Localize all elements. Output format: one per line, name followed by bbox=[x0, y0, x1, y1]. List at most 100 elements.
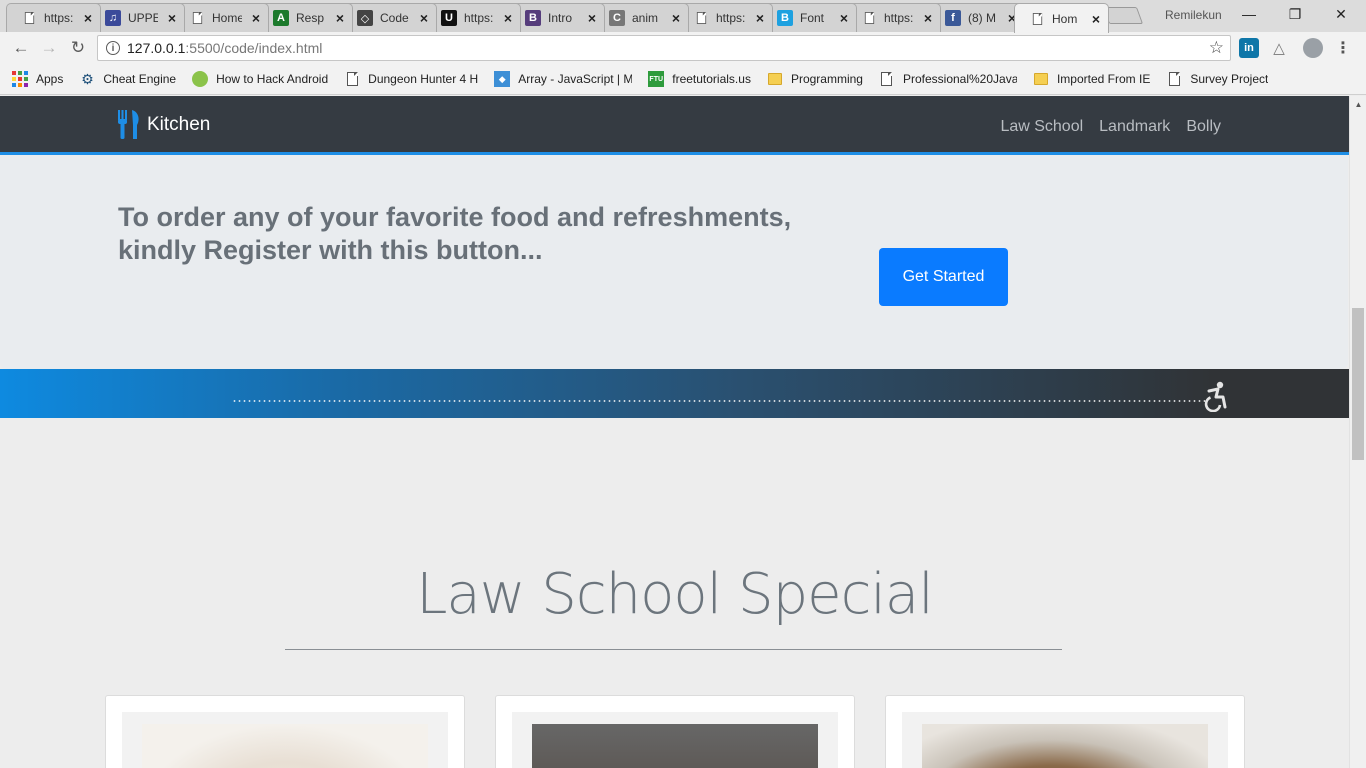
tab-title: Resp bbox=[296, 11, 325, 25]
bookmark-label: freetutorials.us bbox=[672, 72, 751, 86]
ftu-icon: FTU bbox=[648, 71, 665, 87]
browser-tab[interactable]: Home × bbox=[174, 3, 269, 32]
browser-toolbar: ← → ↻ i 127.0.0.1:5500/code/index.html ☆… bbox=[0, 32, 1366, 64]
address-bar[interactable]: i 127.0.0.1:5500/code/index.html ☆ bbox=[97, 35, 1231, 61]
accessibility-icon[interactable] bbox=[1199, 380, 1231, 412]
food-card[interactable] bbox=[105, 695, 465, 768]
browser-tab[interactable]: ♫ UPPE × bbox=[90, 3, 185, 32]
minimize-button[interactable]: — bbox=[1226, 2, 1272, 26]
blogger-icon: B bbox=[777, 10, 793, 26]
nav-link-law-school[interactable]: Law School bbox=[1000, 118, 1083, 136]
linkedin-extension-icon[interactable]: in bbox=[1239, 38, 1259, 58]
profile-name[interactable]: Remilekun bbox=[1165, 8, 1222, 22]
bootstrap-icon: B bbox=[525, 10, 541, 26]
browser-tab[interactable]: ◇ Code × bbox=[342, 3, 437, 32]
drive-extension-icon[interactable]: △ bbox=[1269, 38, 1289, 58]
tab-close-icon[interactable]: × bbox=[418, 10, 430, 26]
bookmark-star-icon[interactable]: ☆ bbox=[1209, 38, 1224, 58]
get-started-button[interactable]: Get Started bbox=[879, 248, 1008, 306]
food-image-rice bbox=[142, 724, 428, 768]
brand[interactable]: Kitchen bbox=[117, 110, 210, 140]
tab-close-icon[interactable]: × bbox=[838, 10, 850, 26]
nav-link-landmark[interactable]: Landmark bbox=[1099, 118, 1170, 136]
section-title: Law School Special bbox=[416, 562, 934, 627]
bookmark-label: Programming bbox=[790, 72, 863, 86]
tab-close-icon[interactable]: × bbox=[334, 10, 346, 26]
forward-arrow-icon: → bbox=[40, 38, 58, 57]
bookmark-label: How to Hack Android bbox=[216, 72, 329, 86]
browser-tab[interactable]: B Intro × bbox=[510, 3, 605, 32]
tab-title: https: bbox=[884, 11, 914, 25]
bookmark-label: Dungeon Hunter 4 H bbox=[368, 72, 479, 86]
browser-tab[interactable]: https: × bbox=[678, 3, 773, 32]
page-icon bbox=[21, 10, 37, 26]
page-icon bbox=[189, 10, 205, 26]
tab-close-icon[interactable]: × bbox=[586, 10, 598, 26]
bookmark-label: Professional%20JavaS bbox=[902, 72, 1017, 86]
browser-tab[interactable]: https: × bbox=[846, 3, 941, 32]
back-button[interactable]: ← bbox=[9, 36, 33, 60]
scroll-up-icon[interactable]: ▲ bbox=[1350, 100, 1366, 109]
bookmark-item[interactable]: FTU freetutorials.us bbox=[648, 71, 751, 87]
bookmark-item[interactable]: How to Hack Android bbox=[192, 71, 328, 87]
tab-close-icon[interactable]: × bbox=[670, 10, 682, 26]
browser-tab[interactable]: A Resp × bbox=[258, 3, 353, 32]
close-window-button[interactable]: ✕ bbox=[1318, 2, 1364, 26]
food-card[interactable] bbox=[495, 695, 855, 768]
tab-title: (8) M bbox=[968, 11, 996, 25]
page-icon bbox=[1029, 11, 1045, 27]
tab-close-icon[interactable]: × bbox=[502, 10, 514, 26]
browser-tab[interactable]: f (8) M × bbox=[930, 3, 1025, 32]
page-icon bbox=[1166, 71, 1182, 87]
chrome-menu-icon[interactable]: ⋮ bbox=[1333, 38, 1353, 58]
codepen-icon: ◇ bbox=[357, 10, 373, 26]
food-image-jollof bbox=[532, 724, 818, 768]
tab-close-icon[interactable]: × bbox=[166, 10, 178, 26]
site-info-icon[interactable]: i bbox=[106, 41, 120, 55]
site-navbar: Kitchen Law School Landmark Bolly bbox=[0, 96, 1349, 155]
food-image-frame bbox=[902, 712, 1228, 768]
bookmark-item[interactable]: ◆ Array - JavaScript | M bbox=[494, 71, 632, 87]
browser-tab[interactable]: Hom × bbox=[1014, 3, 1109, 33]
reload-icon: ↻ bbox=[70, 38, 86, 57]
tab-close-icon[interactable]: × bbox=[754, 10, 766, 26]
browser-tab[interactable]: Canim × bbox=[594, 3, 689, 32]
tab-close-icon[interactable]: × bbox=[1090, 11, 1102, 27]
bookmark-label: Array - JavaScript | M bbox=[518, 72, 633, 86]
bookmark-item[interactable]: Survey Project bbox=[1166, 71, 1268, 87]
tab-close-icon[interactable]: × bbox=[922, 10, 934, 26]
bookmarks-bar: Apps ⚙ Cheat Engine How to Hack Android Dung… bbox=[0, 64, 1366, 95]
tab-close-icon[interactable]: × bbox=[250, 10, 262, 26]
forward-button[interactable]: → bbox=[37, 36, 61, 60]
bookmark-item[interactable]: Professional%20JavaS bbox=[879, 71, 1017, 87]
browser-tab[interactable]: B Font × bbox=[762, 3, 857, 32]
tab-title: anim bbox=[632, 11, 659, 25]
food-image-frame bbox=[512, 712, 838, 768]
bookmark-label: Imported From IE bbox=[1056, 72, 1151, 86]
bookmark-item[interactable]: Imported From IE bbox=[1033, 71, 1150, 87]
url-text[interactable]: 127.0.0.1:5500/code/index.html bbox=[127, 40, 322, 56]
scrollbar-thumb[interactable] bbox=[1352, 308, 1364, 460]
restore-button[interactable]: ❐ bbox=[1272, 2, 1318, 26]
bookmark-item[interactable]: ⚙ Cheat Engine bbox=[79, 71, 176, 87]
page-scrollbar[interactable]: ▲ bbox=[1349, 96, 1366, 768]
bookmark-item[interactable]: Dungeon Hunter 4 H bbox=[344, 71, 478, 87]
bookmark-item[interactable]: Programming bbox=[767, 71, 863, 87]
jumbotron-text: To order any of your favorite food and r… bbox=[118, 202, 792, 265]
tab-title: https: bbox=[716, 11, 746, 25]
tab-close-icon[interactable]: × bbox=[82, 10, 94, 26]
tab-title: Home bbox=[212, 11, 242, 25]
bookmark-label: Cheat Engine bbox=[103, 72, 177, 86]
itunes-icon: ♫ bbox=[105, 10, 121, 26]
food-card[interactable] bbox=[885, 695, 1245, 768]
nav-link-bolly[interactable]: Bolly bbox=[1186, 118, 1221, 136]
bookmark-item[interactable]: Apps bbox=[12, 71, 63, 87]
extension-puzzle-icon[interactable] bbox=[1303, 38, 1323, 58]
browser-tab[interactable]: Uhttps: × bbox=[426, 3, 521, 32]
bookmark-label: Survey Project bbox=[1190, 72, 1269, 86]
browser-tab[interactable]: https: × bbox=[6, 3, 101, 32]
reload-button[interactable]: ↻ bbox=[66, 36, 90, 60]
dotted-divider bbox=[232, 400, 1207, 402]
letter-c-icon: C bbox=[609, 10, 625, 26]
tab-title: https: bbox=[464, 11, 494, 25]
